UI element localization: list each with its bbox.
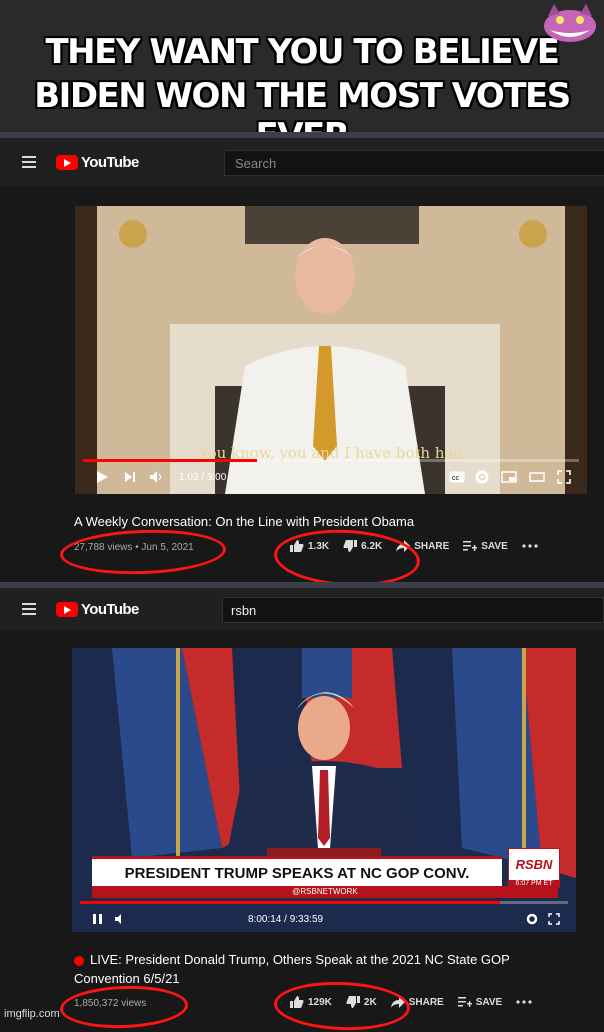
fullscreen-icon[interactable] [548, 913, 560, 925]
network-name: RSBN [515, 857, 553, 872]
youtube-logo-text: YouTube [81, 600, 139, 618]
captions-icon[interactable]: cc [449, 471, 465, 483]
video-title[interactable]: A Weekly Conversation: On the Line with … [74, 514, 414, 529]
live-indicator-icon [74, 955, 84, 966]
annotation-circle-likes [272, 526, 422, 590]
youtube-panel-top: YouTube Search You know, you and I have … [0, 138, 604, 590]
menu-icon[interactable] [22, 156, 36, 168]
volume-icon[interactable] [149, 470, 165, 484]
volume-icon[interactable] [114, 913, 128, 925]
video-controls: 1:03 / 3:00 cc [75, 460, 587, 494]
theater-mode-icon[interactable] [529, 471, 545, 483]
video-controls: 8:00:14 / 9:33:59 [72, 906, 576, 932]
video-progress-bar[interactable] [80, 901, 568, 904]
settings-gear-icon[interactable] [526, 913, 538, 925]
youtube-logo[interactable]: YouTube [56, 153, 139, 171]
video-title[interactable]: LIVE: President Donald Trump, Others Spe… [74, 950, 544, 988]
video-progress-fill [80, 901, 500, 904]
more-actions-button[interactable] [522, 544, 542, 548]
video-player[interactable]: You know, you and I have both had 1:03 /… [75, 206, 587, 494]
fullscreen-icon[interactable] [557, 470, 571, 484]
video-title-text: LIVE: President Donald Trump, Others Spe… [74, 952, 510, 986]
menu-icon[interactable] [22, 603, 36, 615]
news-ticker: @RSBNETWORK [92, 886, 558, 898]
next-icon[interactable] [123, 470, 137, 484]
search-input[interactable]: rsbn [222, 597, 604, 623]
youtube-play-logo-icon [56, 154, 78, 170]
playlist-add-icon [457, 997, 472, 1007]
meme-caption: THEY WANT YOU TO BELIEVE BIDEN WON THE M… [0, 0, 604, 156]
caption-line-1: THEY WANT YOU TO BELIEVE [45, 32, 560, 72]
playlist-add-icon [463, 541, 478, 551]
svg-text:cc: cc [452, 475, 460, 482]
more-horiz-icon [516, 1000, 532, 1004]
cheshire-cat-icon [544, 4, 596, 42]
youtube-panel-bottom: YouTube rsbn PRESIDENT TRUMP SPEAKS AT N… [0, 588, 604, 1032]
share-label: SHARE [408, 996, 444, 1008]
save-button[interactable]: SAVE [463, 540, 508, 552]
search-query: rsbn [231, 603, 257, 618]
save-button[interactable]: SAVE [457, 996, 503, 1008]
more-actions-button[interactable] [516, 1000, 536, 1004]
video-time: 8:00:14 / 9:33:59 [248, 913, 324, 925]
search-placeholder: Search [235, 156, 277, 171]
annotation-circle-views [59, 983, 189, 1031]
youtube-header: YouTube rsbn [0, 588, 604, 630]
news-ticker-text: @RSBNETWORK [292, 887, 358, 896]
pause-icon[interactable] [92, 913, 104, 925]
network-logo: RSBN 6:07 PM ET [508, 848, 560, 888]
youtube-play-logo-icon [56, 601, 78, 617]
search-input[interactable]: Search [224, 150, 604, 176]
news-lower-third: PRESIDENT TRUMP SPEAKS AT NC GOP CONV. [92, 856, 502, 889]
save-label: SAVE [475, 996, 503, 1008]
settings-gear-icon[interactable] [475, 470, 489, 484]
miniplayer-icon[interactable] [501, 471, 517, 483]
video-player[interactable]: PRESIDENT TRUMP SPEAKS AT NC GOP CONV. R… [72, 648, 576, 932]
youtube-logo[interactable]: YouTube [56, 600, 139, 618]
video-time: 1:03 / 3:00 [179, 471, 227, 483]
save-label: SAVE [481, 540, 508, 552]
imgflip-watermark: imgflip.com [4, 1008, 60, 1020]
play-icon[interactable] [95, 470, 109, 484]
youtube-header: YouTube Search [0, 138, 604, 186]
annotation-circle-views [59, 527, 227, 577]
more-horiz-icon [522, 544, 538, 548]
youtube-logo-text: YouTube [81, 153, 139, 171]
news-headline: PRESIDENT TRUMP SPEAKS AT NC GOP CONV. [124, 865, 470, 882]
share-label: SHARE [414, 540, 450, 552]
